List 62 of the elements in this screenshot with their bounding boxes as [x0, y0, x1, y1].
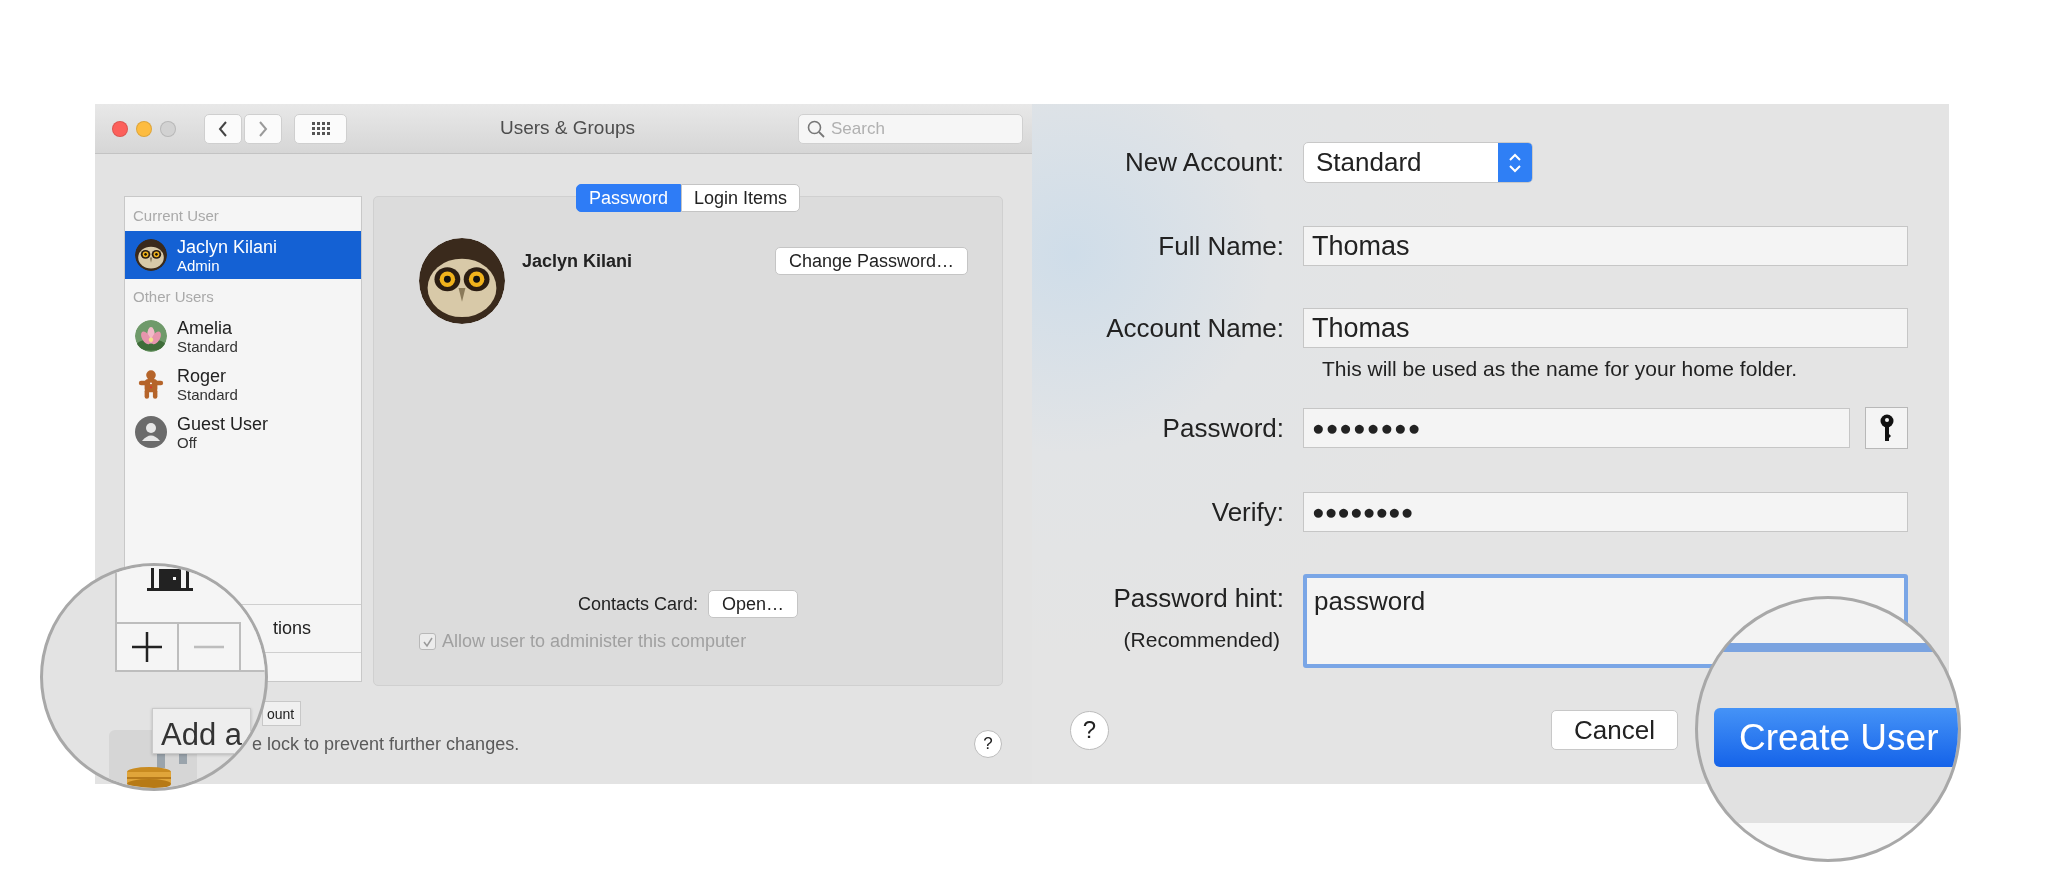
grid-icon — [311, 122, 330, 135]
user-row[interactable]: Amelia Standard — [125, 312, 361, 360]
chevron-right-icon — [257, 119, 269, 138]
search-field[interactable]: Search — [798, 113, 1023, 144]
search-input[interactable]: Search — [831, 115, 1011, 142]
field-label: Account Name: — [1105, 311, 1284, 345]
user-row[interactable]: Roger Standard — [125, 360, 361, 408]
show-all-button[interactable] — [294, 113, 347, 144]
field-sublabel: (Recommended) — [1122, 627, 1280, 653]
user-row[interactable]: Jaclyn Kilani Admin — [125, 231, 361, 279]
user-name: Guest User — [177, 413, 269, 434]
open-button[interactable]: Open… — [708, 590, 799, 618]
tab[interactable]: Login Items — [681, 184, 801, 212]
section-header: Other Users — [132, 287, 215, 307]
field-label: New Account: — [1124, 146, 1284, 179]
text-field[interactable]: Thomas — [1303, 226, 1908, 266]
search-icon — [807, 119, 825, 138]
login-options-label[interactable]: tions — [273, 615, 312, 642]
user-role: Off — [177, 433, 198, 451]
text-field[interactable]: Thomas — [1303, 308, 1908, 348]
checkmark-icon — [421, 635, 434, 648]
plus-icon — [132, 632, 162, 662]
back-button[interactable] — [204, 113, 242, 144]
help-button[interactable]: ? — [974, 730, 1002, 758]
field-note: This will be used as the name for your home folder. — [1321, 356, 1799, 382]
field-label: Verify: — [1210, 495, 1284, 529]
section-header: Current User — [132, 206, 220, 226]
contacts-card-label: Contacts Card: — [577, 592, 698, 616]
user-name: Jaclyn Kilani — [177, 236, 278, 257]
key-icon — [1878, 414, 1895, 442]
user-role: Admin — [177, 256, 220, 274]
user-silhouette-icon — [135, 416, 167, 448]
user-row[interactable]: Guest User Off — [125, 408, 361, 456]
minus-icon — [194, 645, 224, 649]
field-label: Full Name: — [1157, 229, 1284, 263]
user-name: Roger — [177, 365, 228, 386]
tooltip: ount — [262, 701, 302, 726]
lock-hint-text: e lock to prevent further changes. — [252, 732, 520, 756]
user-name: Amelia — [177, 317, 234, 338]
close-button[interactable] — [112, 120, 128, 137]
zoom-button[interactable] — [160, 120, 176, 137]
password-assistant-button[interactable] — [1865, 407, 1908, 449]
tab[interactable]: Password — [575, 184, 681, 212]
account-type-popup[interactable]: Standard — [1303, 142, 1533, 183]
tooltip: Add a — [152, 708, 251, 754]
field-label: Password: — [1161, 411, 1284, 445]
help-button[interactable]: ? — [1070, 710, 1109, 750]
minimize-button[interactable] — [136, 120, 152, 137]
chevron-left-icon — [217, 119, 229, 138]
user-role: Standard — [177, 337, 238, 355]
password-field[interactable]: ●●●●●●●● — [1303, 492, 1908, 532]
password-field[interactable]: ●●●●●●●● — [1303, 408, 1850, 448]
field-label: Password hint: — [1112, 582, 1284, 615]
window-title: Users & Groups — [499, 116, 636, 141]
checkbox-label: Allow user to administer this computer — [442, 630, 747, 653]
user-name: Jaclyn Kilani — [522, 249, 633, 273]
create-user-button[interactable]: Create User — [1714, 708, 1958, 767]
up-down-arrows-icon — [1508, 151, 1522, 174]
cancel-button[interactable]: Cancel — [1551, 710, 1678, 750]
change-password-button[interactable]: Change Password… — [774, 247, 968, 275]
user-role: Standard — [177, 385, 238, 403]
popup-value: Standard — [1316, 146, 1422, 179]
